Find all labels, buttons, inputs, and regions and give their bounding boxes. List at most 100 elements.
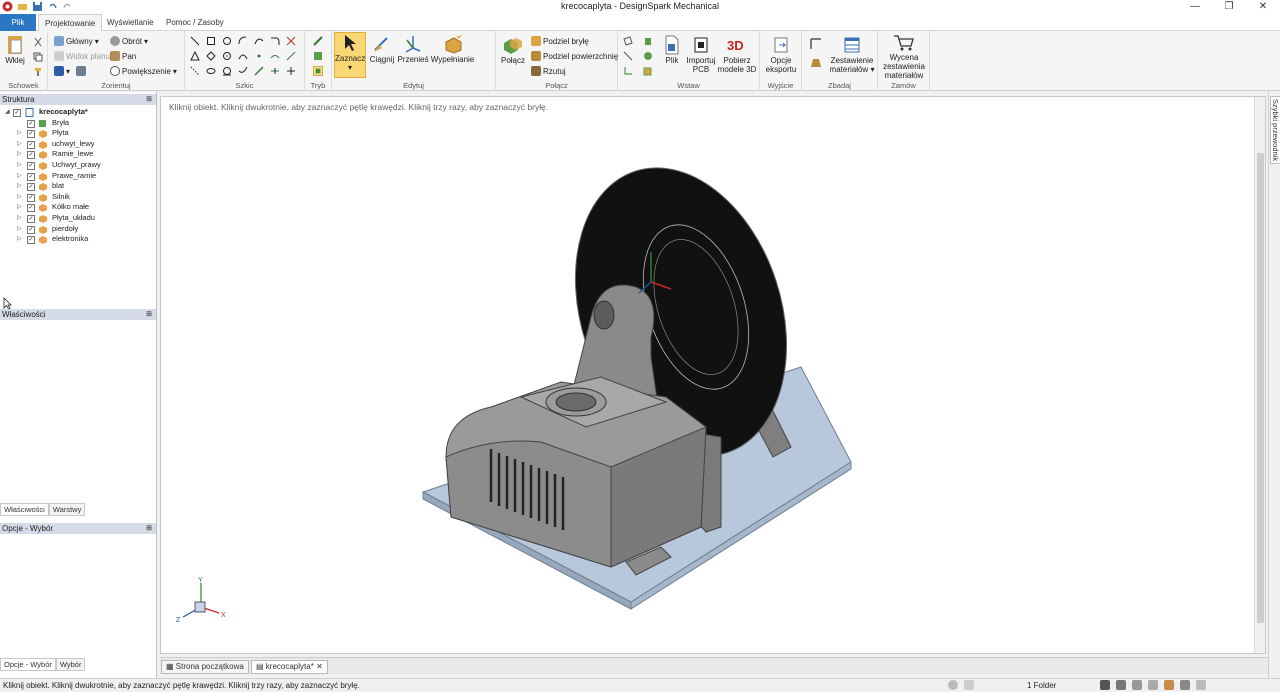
visibility-checkbox[interactable]: ✓ bbox=[27, 236, 35, 245]
3d-viewport[interactable]: Kliknij obiekt. Kliknij dwukrotnie, aby … bbox=[160, 96, 1266, 654]
visibility-checkbox[interactable]: ✓ bbox=[27, 172, 35, 181]
tab-properties[interactable]: Właściwości bbox=[0, 503, 49, 516]
construction-line-icon[interactable] bbox=[190, 66, 200, 76]
tab-document[interactable]: ▤ krecocaplyta* ✕ bbox=[251, 660, 328, 674]
pan-button[interactable]: Pan bbox=[110, 51, 136, 61]
collapse-icon[interactable]: ◢ bbox=[5, 107, 10, 118]
expand-icon[interactable]: ▷ bbox=[17, 213, 22, 224]
visibility-checkbox[interactable]: ✓ bbox=[27, 225, 35, 234]
combine-button[interactable]: Połącz bbox=[498, 35, 528, 65]
scrollbar-thumb[interactable] bbox=[1257, 153, 1264, 623]
trim-tool-icon[interactable] bbox=[286, 36, 296, 46]
rotate-button[interactable]: Obrót ▾ bbox=[110, 36, 148, 46]
measure-icon[interactable] bbox=[809, 37, 823, 51]
orientation-triad-icon[interactable]: Y X Z bbox=[175, 575, 235, 625]
expand-icon[interactable]: ▷ bbox=[17, 192, 22, 203]
mass-icon[interactable] bbox=[809, 55, 823, 69]
view-cube-button[interactable]: ▾ bbox=[54, 66, 87, 76]
bom-button[interactable]: Zestawienie materiałów ▾ bbox=[828, 35, 876, 74]
circle-tool-icon[interactable] bbox=[222, 36, 232, 46]
quick-guide-tab[interactable]: Szybki przewodnik bbox=[1270, 96, 1280, 165]
select-button[interactable]: Zaznacz ▾ bbox=[334, 32, 366, 78]
visibility-checkbox[interactable]: ✓ bbox=[27, 183, 35, 192]
tangent-circle-icon[interactable] bbox=[222, 66, 232, 76]
expand-icon[interactable]: ▷ bbox=[17, 160, 22, 171]
close-tab-icon[interactable]: ✕ bbox=[316, 662, 323, 671]
tree-item-component[interactable]: ▷ ✓ Silnik bbox=[0, 192, 156, 203]
cursor-icon[interactable] bbox=[1116, 680, 1126, 690]
split-face-button[interactable]: Podziel powierzchnię bbox=[531, 51, 618, 61]
circle3pt-tool-icon[interactable] bbox=[222, 51, 232, 61]
expand-icon[interactable]: ▷ bbox=[17, 139, 22, 150]
tab-layers[interactable]: Warstwy bbox=[48, 503, 86, 516]
tree-item-bryla[interactable]: ✓ Bryła bbox=[0, 118, 156, 129]
minimize-button[interactable]: — bbox=[1178, 0, 1212, 14]
project-button[interactable]: Rzutuj bbox=[531, 66, 566, 76]
tab-options-selection[interactable]: Opcje - Wybór bbox=[0, 658, 56, 671]
sketch-mode-icon[interactable] bbox=[313, 36, 323, 46]
tab-design[interactable]: Projektowanie bbox=[38, 14, 103, 31]
move-grid-icon[interactable] bbox=[286, 66, 296, 76]
pin-icon[interactable]: ⊞ bbox=[146, 523, 152, 534]
get-3d-models-button[interactable]: 3D Pobierz modele 3D bbox=[717, 35, 757, 74]
visibility-checkbox[interactable]: ✓ bbox=[27, 161, 35, 170]
tree-item-component[interactable]: ▷ ✓ Prawe_ramie bbox=[0, 171, 156, 182]
format-painter-icon[interactable] bbox=[33, 67, 43, 77]
globe-icon[interactable] bbox=[948, 680, 958, 690]
tree-item-component[interactable]: ▷ ✓ Płyta_układu bbox=[0, 213, 156, 224]
sphere-icon[interactable] bbox=[643, 51, 653, 61]
paste-button[interactable]: Wklej bbox=[3, 33, 27, 65]
tree-item-component[interactable]: ▷ ✓ elektronika bbox=[0, 234, 156, 245]
more-tools-icon[interactable] bbox=[1196, 680, 1206, 690]
cylinder-icon[interactable] bbox=[643, 36, 653, 46]
zoom-button[interactable]: Powiększenie ▾ bbox=[110, 66, 177, 76]
tree-item-component[interactable]: ▷ ✓ blat bbox=[0, 181, 156, 192]
pin-icon[interactable]: ⊞ bbox=[146, 94, 152, 105]
pen-icon[interactable] bbox=[1180, 680, 1190, 690]
tangent-arc-icon[interactable] bbox=[238, 66, 248, 76]
3d-mode-icon[interactable] bbox=[313, 66, 323, 76]
plan-view-button[interactable]: Widok planu bbox=[54, 51, 110, 61]
cut-icon[interactable] bbox=[33, 37, 43, 47]
line-tool-icon[interactable] bbox=[190, 36, 200, 46]
tab-display[interactable]: Wyświetlanie bbox=[101, 14, 160, 31]
box-select-icon[interactable] bbox=[1132, 680, 1142, 690]
visibility-checkbox[interactable]: ✓ bbox=[27, 130, 35, 139]
extend-tool-icon[interactable] bbox=[286, 51, 296, 61]
maximize-button[interactable]: ❐ bbox=[1212, 0, 1246, 14]
tree-item-component[interactable]: ▷ ✓ uchwyt_lewy bbox=[0, 139, 156, 150]
tree-item-component[interactable]: ▷ ✓ Uchwyt_prawy bbox=[0, 160, 156, 171]
offset-tool-icon[interactable] bbox=[270, 51, 280, 61]
expand-icon[interactable]: ▷ bbox=[17, 202, 22, 213]
expand-icon[interactable]: ▷ bbox=[17, 171, 22, 182]
visibility-checkbox[interactable]: ✓ bbox=[27, 119, 35, 128]
visibility-checkbox[interactable]: ✓ bbox=[27, 151, 35, 160]
move-button[interactable]: Przenieś bbox=[397, 34, 429, 64]
spline-tool-icon[interactable] bbox=[254, 36, 264, 46]
visibility-checkbox[interactable]: ✓ bbox=[27, 193, 35, 202]
tree-item-component[interactable]: ▷ ✓ Kółko małe bbox=[0, 202, 156, 213]
expand-icon[interactable]: ▷ bbox=[17, 149, 22, 160]
pull-button[interactable]: Ciągnij bbox=[368, 34, 396, 64]
box-icon[interactable] bbox=[643, 66, 653, 76]
bom-quote-button[interactable]: Wycena zestawienia materiałów bbox=[881, 34, 927, 80]
tree-item-component[interactable]: ▷ ✓ Ramie_lewe bbox=[0, 149, 156, 160]
ellipse-tool-icon[interactable] bbox=[206, 66, 216, 76]
3d-model[interactable] bbox=[161, 97, 1255, 653]
tab-help[interactable]: Pomoc / Zasoby bbox=[160, 14, 230, 31]
home-view-button[interactable]: Główny ▾ bbox=[54, 36, 99, 46]
axis-icon[interactable] bbox=[623, 51, 633, 61]
tree-item-component[interactable]: ▷ ✓ Płyta bbox=[0, 128, 156, 139]
rectangle-tool-icon[interactable] bbox=[206, 36, 216, 46]
close-button[interactable]: ✕ bbox=[1246, 0, 1280, 14]
origin-icon[interactable] bbox=[623, 66, 633, 76]
fillet-tool-icon[interactable] bbox=[270, 36, 280, 46]
vertical-scrollbar[interactable] bbox=[1254, 97, 1265, 653]
split-curve-icon[interactable] bbox=[270, 66, 280, 76]
tree-item-component[interactable]: ▷ ✓ pierdoły bbox=[0, 224, 156, 235]
visibility-checkbox[interactable]: ✓ bbox=[27, 140, 35, 149]
split-body-button[interactable]: Podziel bryłę bbox=[531, 36, 589, 46]
select-mode-icon[interactable] bbox=[1100, 680, 1110, 690]
visibility-checkbox[interactable]: ✓ bbox=[27, 214, 35, 223]
rect3pt-tool-icon[interactable] bbox=[206, 51, 216, 61]
